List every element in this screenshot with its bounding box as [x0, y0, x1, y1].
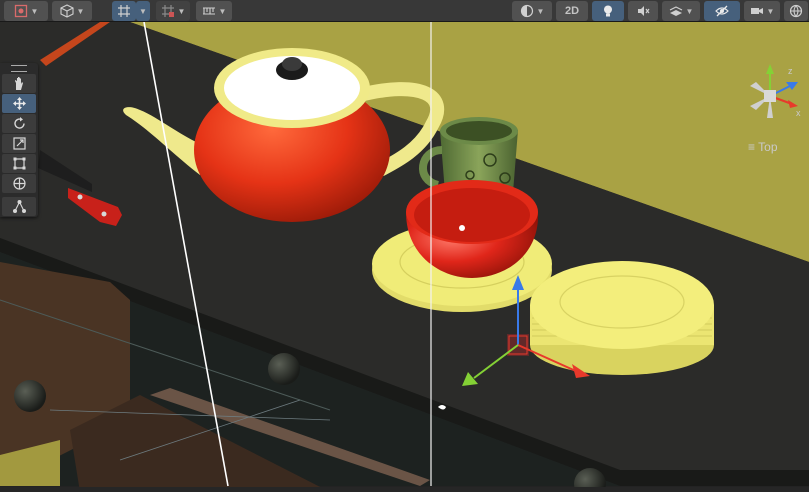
tools-overlay	[0, 63, 38, 217]
custom-editor-icon	[12, 200, 26, 213]
grid-snap-icon	[117, 4, 131, 18]
increment-snap-icon	[161, 4, 175, 18]
lightbulb-icon	[601, 4, 615, 18]
scene-viewport[interactable]: z x ≡ Top	[0, 22, 809, 492]
scene-render	[0, 22, 809, 492]
lighting-button[interactable]	[592, 1, 624, 21]
2d-toggle-button[interactable]: 2D	[556, 1, 588, 21]
visibility-button[interactable]	[704, 1, 740, 21]
chevron-down-icon: ▼	[685, 6, 694, 16]
chevron-down-icon: ▼	[30, 6, 39, 16]
chevron-down-icon: ▼	[177, 6, 186, 16]
scale-tool[interactable]	[2, 134, 36, 153]
rotate-tool[interactable]	[2, 114, 36, 133]
scene-view-toolbar: ▼ ▼ ▼ ▼ ▼ ▼ 2D ▼ ▼	[0, 0, 809, 22]
custom-tool[interactable]	[2, 197, 36, 216]
audio-button[interactable]	[628, 1, 658, 21]
bottom-edge	[0, 487, 809, 492]
ruler-icon	[202, 4, 216, 18]
chevron-down-icon: ▼	[139, 6, 147, 16]
gizmos-button[interactable]	[784, 1, 808, 21]
transform-tool[interactable]	[2, 174, 36, 193]
mute-icon	[636, 4, 650, 18]
move-icon	[12, 97, 26, 110]
camera-icon	[750, 4, 764, 18]
rect-tool[interactable]	[2, 154, 36, 173]
shading-mode-icon	[14, 4, 28, 18]
menu-lines-icon: ≡	[748, 140, 756, 154]
eye-slash-icon	[715, 4, 729, 18]
chevron-down-icon: ▼	[766, 6, 775, 16]
gizmo-object-button[interactable]: ▼	[52, 1, 92, 21]
transform-icon	[12, 177, 26, 190]
hand-tool[interactable]	[2, 74, 36, 93]
chevron-down-icon: ▼	[536, 6, 545, 16]
render-mode-button[interactable]: ▼	[512, 1, 552, 21]
effects-icon	[669, 4, 683, 18]
view-name-label: Top	[758, 140, 778, 154]
ruler-button[interactable]: ▼	[196, 1, 232, 21]
chevron-down-icon: ▼	[218, 6, 227, 16]
move-tool[interactable]	[2, 94, 36, 113]
view-projection-label[interactable]: ≡ Top	[748, 140, 778, 154]
draw-mode-button[interactable]: ▼	[4, 1, 48, 21]
z-axis-label: z	[788, 66, 793, 76]
cube-icon	[59, 4, 74, 18]
chevron-down-icon: ▼	[76, 6, 85, 16]
rect-icon	[13, 157, 25, 170]
globe-icon	[789, 4, 803, 18]
grid-snap-dropdown[interactable]: ▼	[136, 1, 150, 21]
effects-button[interactable]: ▼	[662, 1, 700, 21]
scale-icon	[12, 137, 26, 150]
camera-button[interactable]: ▼	[744, 1, 780, 21]
increment-snap-button[interactable]: ▼	[156, 1, 190, 21]
grid-snap-button[interactable]	[112, 1, 136, 21]
rotate-icon	[13, 117, 25, 129]
render-mode-icon	[520, 4, 534, 18]
hand-icon	[14, 77, 23, 90]
orientation-gizmo[interactable]: z x	[740, 60, 806, 126]
x-axis-label: x	[796, 108, 801, 118]
drag-handle[interactable]	[0, 63, 38, 73]
